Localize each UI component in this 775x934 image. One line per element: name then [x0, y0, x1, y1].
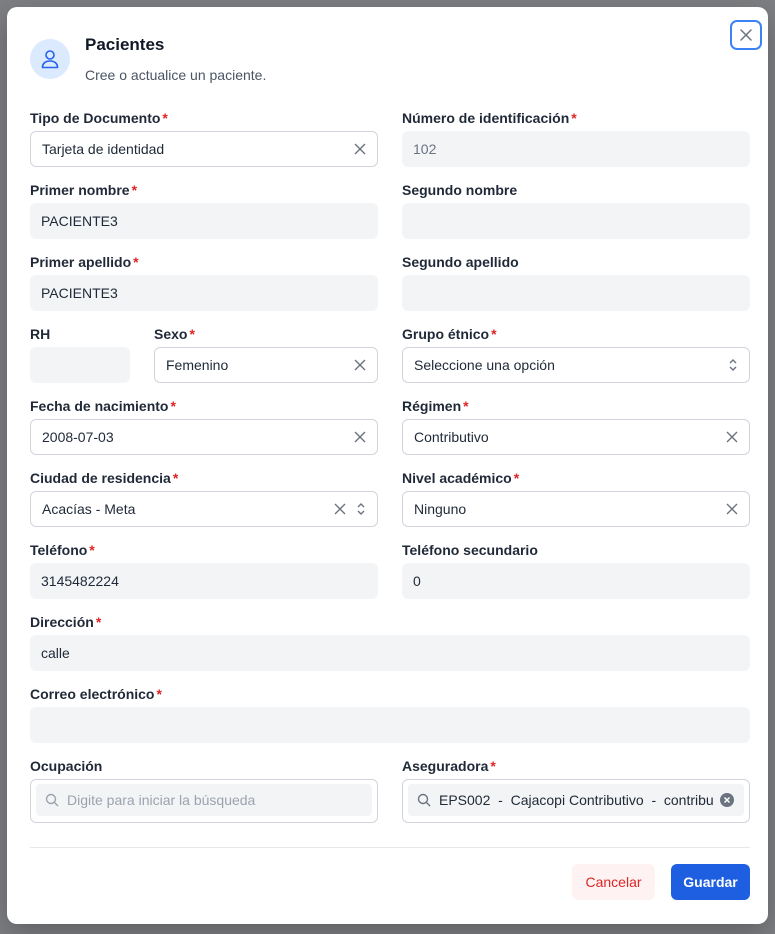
segundo-nombre-field[interactable]	[402, 203, 750, 239]
regimen-select[interactable]: Contributivo	[402, 419, 750, 455]
ciudad-residencia-select[interactable]: Acacías - Meta	[30, 491, 378, 527]
avatar	[30, 39, 70, 79]
chevron-updown-icon	[356, 502, 366, 516]
save-button[interactable]: Guardar	[671, 864, 750, 900]
remove-circle-icon[interactable]	[719, 792, 735, 808]
segundo-apellido-label: Segundo apellido	[402, 254, 519, 270]
aseguradora-value: EPS002 - Cajacopi Contributivo - contrib…	[439, 792, 713, 808]
grupo-etnico-select[interactable]: Seleccione una opción	[402, 347, 750, 383]
chevron-updown-icon	[728, 358, 738, 372]
numero-identificacion-label: Número de identificación *	[402, 110, 577, 126]
numero-identificacion-field[interactable]: 102	[402, 131, 750, 167]
search-icon	[417, 793, 431, 807]
grupo-etnico-label: Grupo étnico *	[402, 326, 497, 342]
clear-icon[interactable]	[354, 359, 366, 371]
aseguradora-search[interactable]: EPS002 - Cajacopi Contributivo - contrib…	[402, 779, 750, 823]
ciudad-residencia-label: Ciudad de residencia *	[30, 470, 179, 486]
tipo-documento-label: Tipo de Documento *	[30, 110, 168, 126]
footer-divider	[30, 847, 750, 848]
direccion-label: Dirección *	[30, 614, 102, 630]
fecha-nacimiento-field[interactable]: 2008-07-03	[30, 419, 378, 455]
telefono-secundario-label: Teléfono secundario	[402, 542, 538, 558]
modal-subtitle: Cree o actualice un paciente.	[85, 67, 267, 83]
primer-nombre-field[interactable]: PACIENTE3	[30, 203, 378, 239]
segundo-nombre-label: Segundo nombre	[402, 182, 518, 198]
ocupacion-placeholder: Digite para iniciar la búsqueda	[67, 792, 256, 808]
nivel-academico-label: Nivel académico *	[402, 470, 520, 486]
search-icon	[45, 793, 59, 807]
clear-icon[interactable]	[726, 431, 738, 443]
primer-nombre-label: Primer nombre *	[30, 182, 138, 198]
modal-title: Pacientes	[85, 35, 165, 54]
nivel-academico-select[interactable]: Ninguno	[402, 491, 750, 527]
clear-icon[interactable]	[334, 503, 346, 515]
fecha-nacimiento-label: Fecha de nacimiento *	[30, 398, 176, 414]
sexo-select[interactable]: Femenino	[154, 347, 378, 383]
cancel-button[interactable]: Cancelar	[572, 864, 655, 900]
ocupacion-search[interactable]: Digite para iniciar la búsqueda	[30, 779, 378, 823]
rh-label: RH	[30, 326, 51, 342]
patient-modal: Pacientes Cree o actualice un paciente. …	[7, 7, 768, 924]
clear-icon[interactable]	[354, 143, 366, 155]
sexo-label: Sexo *	[154, 326, 195, 342]
ocupacion-label: Ocupación	[30, 758, 103, 774]
rh-field[interactable]	[30, 347, 130, 383]
close-icon	[738, 27, 754, 43]
close-button[interactable]	[730, 20, 762, 50]
correo-label: Correo electrónico *	[30, 686, 162, 702]
clear-icon[interactable]	[726, 503, 738, 515]
regimen-label: Régimen *	[402, 398, 469, 414]
direccion-field[interactable]: calle	[30, 635, 750, 671]
telefono-secundario-field[interactable]: 0	[402, 563, 750, 599]
primer-apellido-field[interactable]: PACIENTE3	[30, 275, 378, 311]
tipo-documento-select[interactable]: Tarjeta de identidad	[30, 131, 378, 167]
aseguradora-label: Aseguradora *	[402, 758, 496, 774]
segundo-apellido-field[interactable]	[402, 275, 750, 311]
correo-field[interactable]	[30, 707, 750, 743]
clear-icon[interactable]	[354, 431, 366, 443]
primer-apellido-label: Primer apellido *	[30, 254, 139, 270]
telefono-label: Teléfono *	[30, 542, 95, 558]
telefono-field[interactable]: 3145482224	[30, 563, 378, 599]
user-icon	[39, 48, 61, 70]
